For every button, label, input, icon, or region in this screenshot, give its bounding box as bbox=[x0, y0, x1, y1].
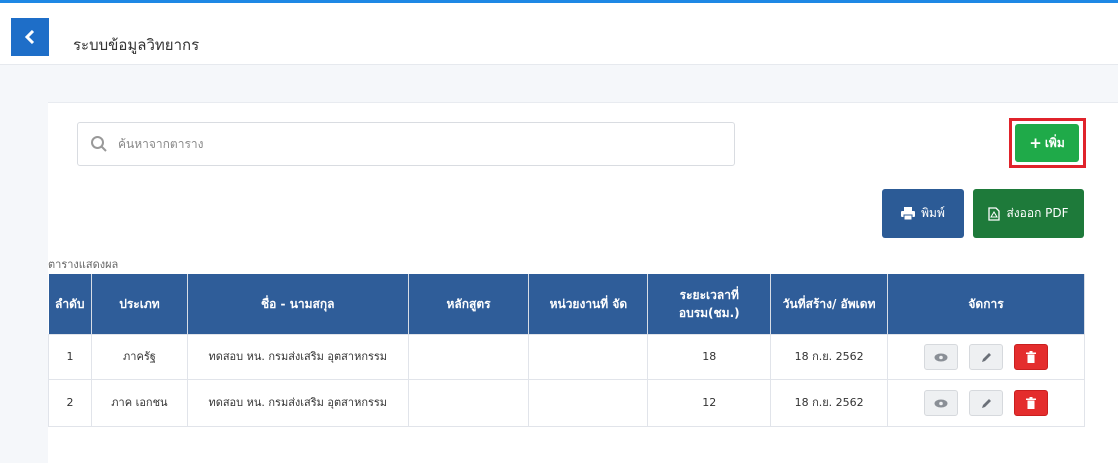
cell-no: 1 bbox=[48, 334, 92, 380]
cell-organizer bbox=[528, 379, 649, 427]
pencil-icon bbox=[981, 398, 991, 408]
printer-icon bbox=[901, 207, 916, 220]
cell-no: 2 bbox=[48, 379, 92, 427]
col-header-type: ประเภท bbox=[91, 274, 188, 335]
back-button[interactable] bbox=[11, 18, 49, 56]
plus-icon: + bbox=[1029, 134, 1042, 152]
add-button-label: เพิ่ม bbox=[1044, 135, 1065, 150]
delete-button[interactable] bbox=[1014, 344, 1049, 370]
edit-button[interactable] bbox=[969, 344, 1004, 370]
table-header-row: ลำดับ ประเภท ชื่อ - นามสกุล หลักสูตร หน่… bbox=[48, 274, 1085, 335]
cell-course bbox=[407, 334, 530, 380]
export-pdf-button[interactable]: ส่งออก PDF bbox=[973, 189, 1084, 238]
cell-type: ภาครัฐ bbox=[90, 334, 188, 380]
view-button[interactable] bbox=[924, 390, 959, 416]
eye-icon bbox=[934, 399, 948, 407]
cell-course bbox=[407, 379, 530, 427]
cell-type: ภาค เอกชน bbox=[90, 379, 188, 427]
col-header-course: หลักสูตร bbox=[408, 274, 530, 335]
trash-icon bbox=[1026, 397, 1037, 409]
table-row: 2 ภาค เอกชน ทดสอบ หน. กรมส่งเสริม อุตสาห… bbox=[48, 379, 1085, 427]
col-header-no: ลำดับ bbox=[48, 274, 92, 335]
cell-hours: 12 bbox=[647, 379, 772, 427]
top-bar: ระบบข้อมูลวิทยากร bbox=[0, 0, 1118, 65]
table-caption: ตารางแสดงผล bbox=[48, 258, 119, 271]
print-button[interactable]: พิมพ์ bbox=[882, 189, 964, 238]
chevron-left-icon bbox=[24, 30, 35, 44]
trash-icon bbox=[1026, 351, 1037, 363]
cell-actions bbox=[887, 379, 1085, 427]
search-input[interactable] bbox=[116, 136, 720, 152]
cell-name: ทดสอบ หน. กรมส่งเสริม อุตสาหกรรม bbox=[186, 334, 409, 380]
file-pdf-icon bbox=[988, 206, 1001, 221]
search-icon bbox=[88, 133, 110, 155]
cell-name: ทดสอบ หน. กรมส่งเสริม อุตสาหกรรม bbox=[186, 379, 409, 427]
cell-date: 18 ก.ย. 2562 bbox=[770, 379, 889, 427]
view-button[interactable] bbox=[924, 344, 959, 370]
cell-date: 18 ก.ย. 2562 bbox=[770, 334, 889, 380]
delete-button[interactable] bbox=[1014, 390, 1049, 416]
col-header-organizer: หน่วยงานที่ จัด bbox=[528, 274, 649, 335]
results-table: ลำดับ ประเภท ชื่อ - นามสกุล หลักสูตร หน่… bbox=[48, 274, 1085, 427]
add-button[interactable]: + เพิ่ม bbox=[1015, 124, 1079, 162]
col-header-hours: ระยะเวลาที่ อบรม(ชม.) bbox=[647, 274, 772, 335]
table-row: 1 ภาครัฐ ทดสอบ หน. กรมส่งเสริม อุตสาหกรร… bbox=[48, 334, 1085, 380]
cell-actions bbox=[887, 334, 1085, 380]
col-header-date: วันที่สร้าง/ อัพเดท bbox=[770, 274, 889, 335]
search-box[interactable] bbox=[77, 122, 735, 166]
col-header-name: ชื่อ - นามสกุล bbox=[187, 274, 409, 335]
export-pdf-label: ส่งออก PDF bbox=[1006, 206, 1069, 220]
edit-button[interactable] bbox=[969, 390, 1004, 416]
col-header-actions: จัดการ bbox=[887, 274, 1085, 335]
eye-icon bbox=[934, 353, 948, 361]
pencil-icon bbox=[981, 352, 991, 362]
page-title: ระบบข้อมูลวิทยากร bbox=[73, 36, 200, 54]
cell-hours: 18 bbox=[647, 334, 772, 380]
cell-organizer bbox=[528, 334, 649, 380]
print-button-label: พิมพ์ bbox=[921, 206, 945, 220]
